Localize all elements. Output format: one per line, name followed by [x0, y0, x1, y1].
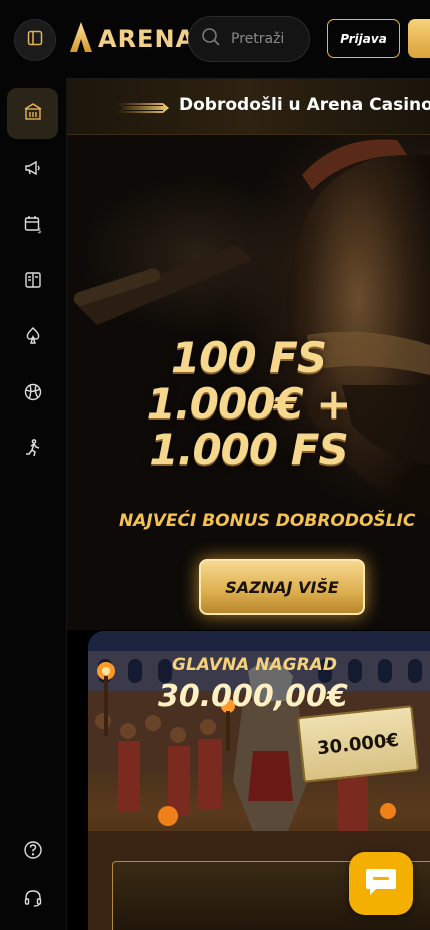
sidebar-item-calendar[interactable]: $	[7, 200, 58, 251]
register-button[interactable]	[408, 19, 430, 58]
welcome-ticker: Dobrodošli u Arena Casino,	[67, 79, 430, 135]
ticker-text: Dobrodošli u Arena Casino,	[179, 95, 430, 115]
hero-banner[interactable]: 100 FS 1.000€ + 1.000 FS NAJVEĆI BONUS D…	[67, 135, 430, 630]
sidebar-item-sports[interactable]	[7, 368, 58, 419]
svg-text:$: $	[37, 227, 41, 234]
runner-icon	[23, 438, 43, 462]
sidebar-item-casino[interactable]	[7, 88, 58, 139]
search-icon	[201, 27, 221, 51]
sidebar-item-poker[interactable]	[7, 312, 58, 363]
hero-line-2: 1.000€ +	[146, 379, 352, 428]
arena-logo[interactable]: ARENA	[70, 22, 195, 56]
hero-line-1: 100 FS	[170, 333, 327, 382]
casino-icon	[23, 102, 43, 126]
ball-icon	[23, 382, 43, 406]
sidebar-toggle-button[interactable]	[14, 19, 56, 61]
promo-amount: 30.000,00€	[158, 679, 348, 714]
hero-line-3: 1.000 FS	[149, 425, 348, 474]
sidebar: $	[0, 78, 67, 930]
book-icon	[23, 270, 43, 294]
sidebar-item-promotions[interactable]	[7, 144, 58, 195]
hero-subtitle: NAJVEĆI BONUS DOBRODOŠLIC	[119, 511, 416, 531]
hero-offer: 100 FS 1.000€ + 1.000 FS	[67, 335, 430, 473]
arena-logo-icon	[70, 22, 92, 56]
arrows-icon	[117, 100, 173, 119]
promo-title: GLAVNA NAGRAD	[172, 655, 337, 675]
search-input[interactable]: Pretraži	[188, 16, 310, 62]
cheque-amount: 30.000€	[316, 729, 400, 759]
top-header: ARENA Pretraži Prijava	[0, 0, 430, 79]
sidebar-toggle-icon	[27, 30, 43, 50]
sidebar-item-live[interactable]	[7, 424, 58, 475]
spade-icon	[23, 326, 43, 350]
megaphone-icon	[23, 158, 43, 182]
live-chat-button[interactable]	[349, 852, 413, 915]
sidebar-item-help[interactable]	[7, 826, 58, 877]
calendar-icon: $	[23, 214, 43, 238]
headset-icon	[23, 888, 43, 912]
sidebar-item-book[interactable]	[7, 256, 58, 307]
chat-icon	[364, 867, 398, 901]
help-icon	[23, 840, 43, 864]
learn-more-button[interactable]: SAZNAJ VIŠE	[199, 559, 365, 615]
logo-text: ARENA	[98, 25, 196, 53]
login-button[interactable]: Prijava	[327, 19, 400, 58]
prize-cheque: 30.000€	[296, 705, 420, 783]
sidebar-item-support[interactable]	[7, 874, 58, 925]
search-placeholder: Pretraži	[231, 31, 285, 47]
